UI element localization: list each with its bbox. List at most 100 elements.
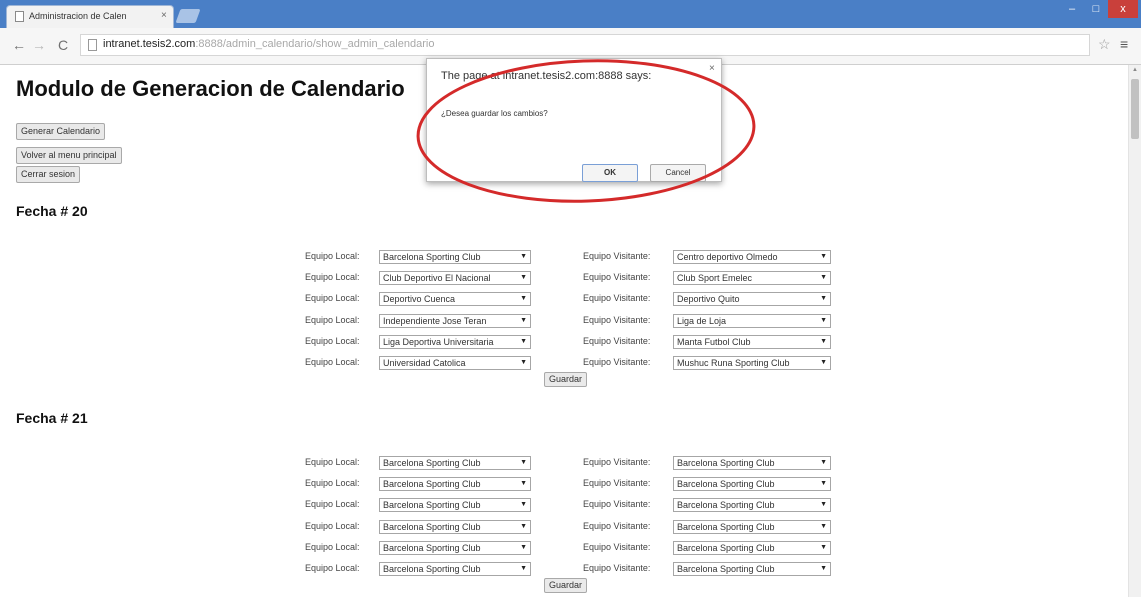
selected-team: Barcelona Sporting Club [383,521,481,532]
browser-tab[interactable]: Administracion de Calen × [6,5,174,28]
equipo-visitante-select[interactable]: Barcelona Sporting Club ▼ [673,562,831,576]
fecha-heading: Fecha # 21 [16,410,88,426]
guardar-button[interactable]: Guardar [544,578,588,593]
equipo-visitante-select[interactable]: Deportivo Quito ▼ [673,292,831,307]
dialog-ok-button[interactable]: OK [582,164,638,182]
selected-team: Barcelona Sporting Club [677,479,775,490]
equipo-local-select[interactable]: Deportivo Cuenca ▼ [379,292,531,307]
equipo-visitante-select[interactable]: Club Sport Emelec ▼ [673,271,831,286]
chevron-down-icon: ▼ [520,565,527,572]
selected-team: Barcelona Sporting Club [383,458,481,468]
equipo-visitante-label: Equipo Visitante: [583,357,651,367]
dialog-close-icon[interactable]: × [709,63,715,74]
reload-icon[interactable]: C [58,37,68,53]
equipo-local-label: Equipo Local: [305,478,360,489]
equipo-visitante-label: Equipo Visitante: [583,457,651,467]
equipo-local-select[interactable]: Barcelona Sporting Club ▼ [379,498,531,513]
selected-team: Deportivo Cuenca [383,294,456,305]
selected-team: Barcelona Sporting Club [383,542,481,553]
tab-title: Administracion de Calen [29,11,127,21]
equipo-local-select[interactable]: Barcelona Sporting Club ▼ [379,562,531,576]
selected-team: Club Deportivo El Nacional [383,273,491,284]
generar-calendario-button[interactable]: Generar Calendario [16,123,106,140]
equipo-visitante-select[interactable]: Barcelona Sporting Club ▼ [673,477,831,492]
chevron-down-icon: ▼ [820,337,827,345]
selected-team: Deportivo Quito [677,294,740,305]
equipo-local-label: Equipo Local: [305,357,360,367]
equipo-visitante-select[interactable]: Barcelona Sporting Club ▼ [673,498,831,513]
equipo-visitante-label: Equipo Visitante: [583,520,651,531]
window-maximize-button[interactable]: □ [1084,0,1108,18]
browser-titlebar: Administracion de Calen × – □ x [0,0,1141,28]
equipo-visitante-label: Equipo Visitante: [583,314,651,325]
equipo-local-select[interactable]: Barcelona Sporting Club ▼ [379,540,531,555]
scrollbar-thumb[interactable] [1131,79,1139,139]
equipo-local-select[interactable]: Barcelona Sporting Club ▼ [379,456,531,470]
equipo-visitante-select[interactable]: Barcelona Sporting Club ▼ [673,540,831,555]
equipo-visitante-label: Equipo Visitante: [583,293,651,304]
selected-team: Barcelona Sporting Club [383,564,481,574]
equipo-visitante-select[interactable]: Barcelona Sporting Club ▼ [673,519,831,534]
chevron-down-icon: ▼ [520,295,527,303]
page-scrollbar[interactable]: ▲ [1128,65,1141,597]
equipo-visitante-label: Equipo Visitante: [583,541,651,552]
selected-team: Barcelona Sporting Club [677,458,775,468]
equipo-visitante-select[interactable]: Liga de Loja ▼ [673,313,831,328]
equipo-visitante-select[interactable]: Manta Futbol Club ▼ [673,334,831,349]
equipo-visitante-label: Equipo Visitante: [583,251,651,261]
chevron-down-icon: ▼ [520,274,527,282]
selected-team: Club Sport Emelec [677,273,753,284]
window-close-button[interactable]: x [1108,0,1138,18]
star-icon[interactable]: ☆ [1098,36,1111,53]
chevron-down-icon: ▼ [820,274,827,282]
new-tab-button[interactable] [175,9,201,23]
chevron-down-icon: ▼ [820,501,827,509]
tab-close-icon[interactable]: × [161,10,167,21]
equipo-local-label: Equipo Local: [305,251,360,261]
equipo-local-select[interactable]: Barcelona Sporting Club ▼ [379,250,531,264]
chevron-down-icon: ▼ [520,501,527,509]
forward-arrow-icon[interactable]: → [32,37,46,53]
chevron-down-icon: ▼ [820,295,827,303]
equipo-local-select[interactable]: Universidad Catolica ▼ [379,356,531,370]
equipo-local-label: Equipo Local: [305,499,360,510]
equipo-local-select[interactable]: Independiente Jose Teran ▼ [379,313,531,328]
equipo-local-select[interactable]: Liga Deportiva Universitaria ▼ [379,334,531,349]
cerrar-sesion-button[interactable]: Cerrar sesion [16,166,81,183]
dialog-cancel-button[interactable]: Cancel [650,164,706,182]
chevron-down-icon: ▼ [820,253,827,260]
selected-team: Independiente Jose Teran [383,315,487,326]
selected-team: Barcelona Sporting Club [677,564,775,574]
equipo-local-select[interactable]: Club Deportivo El Nacional ▼ [379,271,531,286]
chevron-down-icon: ▼ [820,480,827,488]
selected-team: Manta Futbol Club [677,336,751,347]
equipo-visitante-label: Equipo Visitante: [583,478,651,489]
selected-team: Liga Deportiva Universitaria [383,336,494,347]
equipo-visitante-select[interactable]: Mushuc Runa Sporting Club ▼ [673,356,831,370]
address-bar[interactable]: intranet.tesis2.com:8888/admin_calendari… [80,34,1090,56]
equipo-local-label: Equipo Local: [305,563,360,573]
chevron-down-icon: ▼ [520,337,527,345]
chevron-down-icon: ▼ [820,543,827,551]
window-minimize-button[interactable]: – [1060,0,1084,18]
equipo-local-label: Equipo Local: [305,314,360,325]
hamburger-menu-icon[interactable]: ≡ [1120,36,1128,52]
back-arrow-icon[interactable]: ← [12,37,26,53]
equipo-local-select[interactable]: Barcelona Sporting Club ▼ [379,519,531,534]
url-host: intranet.tesis2.com [103,38,196,50]
selected-team: Universidad Catolica [383,358,466,368]
url-path: :8888/admin_calendario/show_admin_calend… [195,38,435,50]
equipo-local-label: Equipo Local: [305,293,360,304]
chevron-down-icon: ▼ [820,316,827,324]
scroll-up-icon[interactable]: ▲ [1132,67,1138,73]
equipo-local-label: Equipo Local: [305,272,360,283]
chevron-down-icon: ▼ [520,543,527,551]
equipo-visitante-select[interactable]: Barcelona Sporting Club ▼ [673,456,831,470]
volver-menu-button[interactable]: Volver al menu principal [16,147,122,164]
guardar-button[interactable]: Guardar [544,372,588,387]
chevron-down-icon: ▼ [520,522,527,530]
selected-team: Barcelona Sporting Club [383,500,481,511]
equipo-local-select[interactable]: Barcelona Sporting Club ▼ [379,477,531,492]
equipo-visitante-select[interactable]: Centro deportivo Olmedo ▼ [673,250,831,264]
address-url: intranet.tesis2.com:8888/admin_calendari… [103,38,434,50]
